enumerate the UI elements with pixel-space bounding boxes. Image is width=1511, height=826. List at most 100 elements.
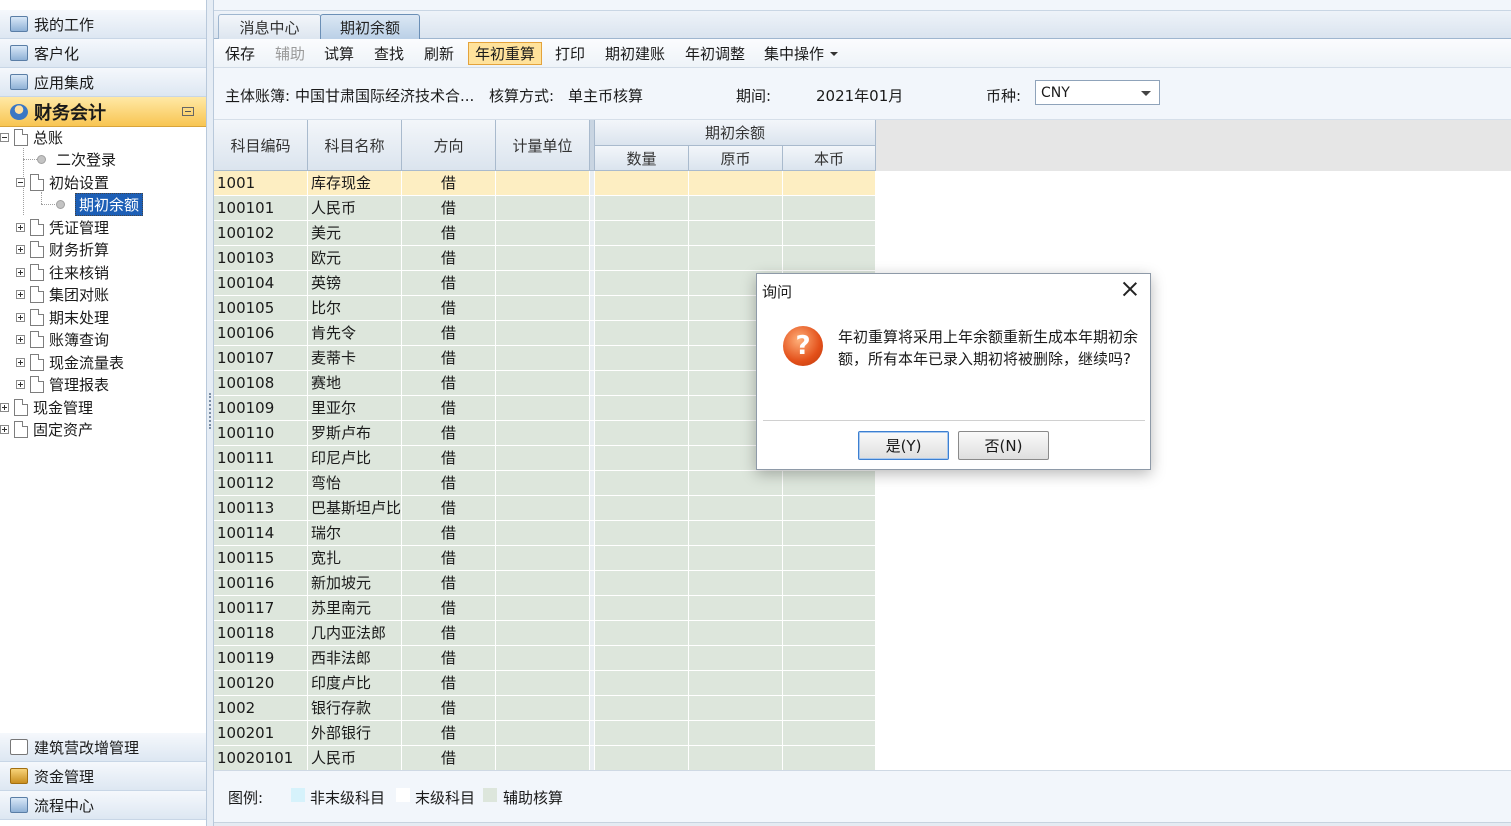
cell-quantity[interactable] [595, 521, 689, 546]
cell-unit[interactable] [496, 246, 590, 271]
cell-direction[interactable]: 借 [402, 396, 496, 421]
cell-original[interactable] [689, 521, 783, 546]
cell-local[interactable] [783, 621, 876, 646]
cell-original[interactable] [689, 196, 783, 221]
cell-unit[interactable] [496, 721, 590, 746]
expand-toggle-icon[interactable] [16, 357, 25, 367]
tab-opening-balance[interactable]: 期初余额 [320, 14, 420, 40]
cell-local[interactable] [783, 521, 876, 546]
nav-workflow-center[interactable]: 流程中心 [0, 791, 206, 820]
cell-quantity[interactable] [595, 221, 689, 246]
tree-node-voucher-mgmt[interactable]: 凭证管理 [16, 216, 109, 238]
cell-direction[interactable]: 借 [402, 221, 496, 246]
cell-quantity[interactable] [595, 446, 689, 471]
cell-original[interactable] [689, 246, 783, 271]
cell-quantity[interactable] [595, 171, 689, 196]
cell-direction[interactable]: 借 [402, 671, 496, 696]
save-button[interactable]: 保存 [222, 42, 258, 65]
cell-direction[interactable]: 借 [402, 196, 496, 221]
cell-code[interactable]: 100119 [214, 646, 308, 671]
cell-direction[interactable]: 借 [402, 546, 496, 571]
cell-direction[interactable]: 借 [402, 371, 496, 396]
expand-toggle-icon[interactable] [0, 402, 9, 412]
cell-code[interactable]: 100118 [214, 621, 308, 646]
nav-customize[interactable]: 客户化 [0, 39, 206, 68]
trial-balance-button[interactable]: 试算 [321, 42, 357, 65]
cell-local[interactable] [783, 196, 876, 221]
cell-original[interactable] [689, 696, 783, 721]
expand-toggle-icon[interactable] [16, 334, 25, 344]
cell-direction[interactable]: 借 [402, 521, 496, 546]
tree-node-group-reconcile[interactable]: 集团对账 [16, 283, 109, 305]
cell-name[interactable]: 麦蒂卡 [308, 346, 402, 371]
cell-name[interactable]: 印尼卢比 [308, 446, 402, 471]
cell-original[interactable] [689, 621, 783, 646]
cell-code[interactable]: 10020101 [214, 746, 308, 770]
cell-quantity[interactable] [595, 496, 689, 521]
cell-local[interactable] [783, 496, 876, 521]
cell-unit[interactable] [496, 171, 590, 196]
close-icon[interactable] [1122, 281, 1138, 297]
yes-button[interactable]: 是(Y) [858, 431, 949, 460]
cell-unit[interactable] [496, 596, 590, 621]
cell-name[interactable]: 比尔 [308, 296, 402, 321]
cell-local[interactable] [783, 171, 876, 196]
cell-name[interactable]: 苏里南元 [308, 596, 402, 621]
cell-direction[interactable]: 借 [402, 421, 496, 446]
refresh-button[interactable]: 刷新 [421, 42, 457, 65]
cell-code[interactable]: 100102 [214, 221, 308, 246]
cell-name[interactable]: 人民币 [308, 746, 402, 770]
tree-node-secondary-login[interactable]: 二次登录 [37, 148, 116, 170]
cell-name[interactable]: 罗斯卢布 [308, 421, 402, 446]
expand-toggle-icon[interactable] [0, 424, 9, 434]
cell-code[interactable]: 100105 [214, 296, 308, 321]
cell-code[interactable]: 100109 [214, 396, 308, 421]
tree-node-fixed-assets[interactable]: 固定资产 [0, 418, 93, 440]
cell-code[interactable]: 1002 [214, 696, 308, 721]
currency-select[interactable]: CNY [1035, 80, 1160, 105]
cell-direction[interactable]: 借 [402, 721, 496, 746]
cell-quantity[interactable] [595, 321, 689, 346]
cell-original[interactable] [689, 646, 783, 671]
cell-unit[interactable] [496, 321, 590, 346]
cell-code[interactable]: 100107 [214, 346, 308, 371]
expand-toggle-icon[interactable] [16, 222, 25, 232]
cell-quantity[interactable] [595, 646, 689, 671]
cell-unit[interactable] [496, 546, 590, 571]
cell-original[interactable] [689, 571, 783, 596]
cell-code[interactable]: 100201 [214, 721, 308, 746]
cell-quantity[interactable] [595, 746, 689, 770]
cell-unit[interactable] [496, 746, 590, 770]
cell-unit[interactable] [496, 271, 590, 296]
cell-name[interactable]: 英镑 [308, 271, 402, 296]
tree-node-period-end[interactable]: 期末处理 [16, 306, 109, 328]
cell-local[interactable] [783, 721, 876, 746]
header-local-currency[interactable]: 本币 [783, 146, 876, 171]
cell-code[interactable]: 100108 [214, 371, 308, 396]
cell-code[interactable]: 1001 [214, 171, 308, 196]
chevron-down-icon[interactable] [1141, 91, 1151, 96]
cell-direction[interactable]: 借 [402, 346, 496, 371]
cell-code[interactable]: 100111 [214, 446, 308, 471]
cell-name[interactable]: 西非法郎 [308, 646, 402, 671]
cell-direction[interactable]: 借 [402, 321, 496, 346]
cell-unit[interactable] [496, 221, 590, 246]
cell-quantity[interactable] [595, 421, 689, 446]
collapse-icon[interactable] [182, 107, 194, 116]
print-button[interactable]: 打印 [552, 42, 588, 65]
cell-direction[interactable]: 借 [402, 746, 496, 770]
header-quantity[interactable]: 数量 [595, 146, 689, 171]
cell-quantity[interactable] [595, 346, 689, 371]
cell-original[interactable] [689, 671, 783, 696]
cell-local[interactable] [783, 221, 876, 246]
cell-local[interactable] [783, 546, 876, 571]
cell-unit[interactable] [496, 471, 590, 496]
cell-original[interactable] [689, 171, 783, 196]
splitter-grip-icon[interactable] [209, 393, 211, 429]
cell-name[interactable]: 欧元 [308, 246, 402, 271]
cell-local[interactable] [783, 471, 876, 496]
cell-direction[interactable]: 借 [402, 571, 496, 596]
find-button[interactable]: 查找 [371, 42, 407, 65]
nav-app-integration[interactable]: 应用集成 [0, 68, 206, 97]
cell-direction[interactable]: 借 [402, 446, 496, 471]
